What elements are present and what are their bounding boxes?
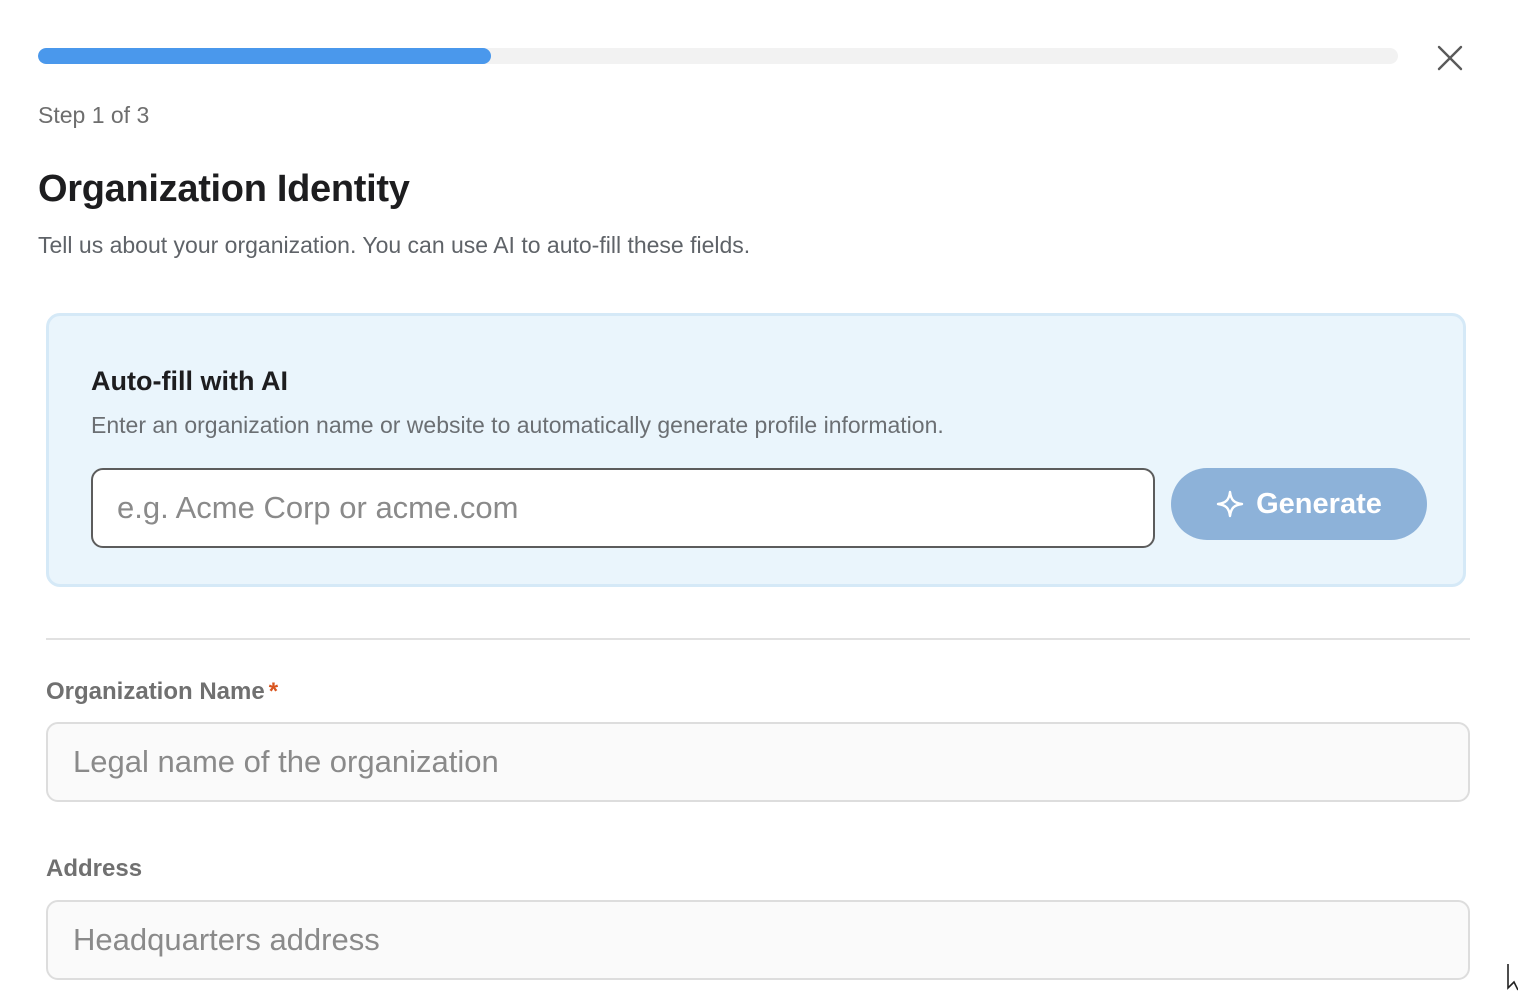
progress-bar-fill bbox=[38, 48, 491, 64]
page-subtitle: Tell us about your organization. You can… bbox=[38, 232, 751, 258]
close-button[interactable] bbox=[1430, 38, 1470, 78]
ai-autofill-card: Auto-fill with AI Enter an organization … bbox=[46, 313, 1466, 587]
section-divider bbox=[46, 638, 1470, 640]
page-title: Organization Identity bbox=[38, 168, 410, 210]
ai-autofill-title: Auto-fill with AI bbox=[91, 366, 288, 396]
ai-autofill-description: Enter an organization name or website to… bbox=[91, 412, 944, 438]
address-input[interactable] bbox=[46, 900, 1470, 980]
organization-name-input[interactable] bbox=[46, 722, 1470, 802]
generate-button[interactable]: Generate bbox=[1171, 468, 1427, 540]
sparkle-icon bbox=[1216, 490, 1244, 518]
mouse-pointer-icon bbox=[1507, 964, 1518, 991]
ai-autofill-input[interactable] bbox=[91, 468, 1155, 548]
address-label: Address bbox=[46, 855, 143, 882]
organization-name-label-text: Organization Name bbox=[46, 678, 265, 705]
progress-bar bbox=[38, 48, 1398, 64]
required-marker: * bbox=[268, 678, 279, 705]
close-icon bbox=[1437, 45, 1463, 71]
onboarding-modal: Step 1 of 3 Organization Identity Tell u… bbox=[0, 0, 1518, 992]
generate-button-label: Generate bbox=[1256, 487, 1382, 520]
step-indicator: Step 1 of 3 bbox=[38, 102, 150, 128]
organization-name-label: Organization Name * bbox=[46, 678, 278, 706]
